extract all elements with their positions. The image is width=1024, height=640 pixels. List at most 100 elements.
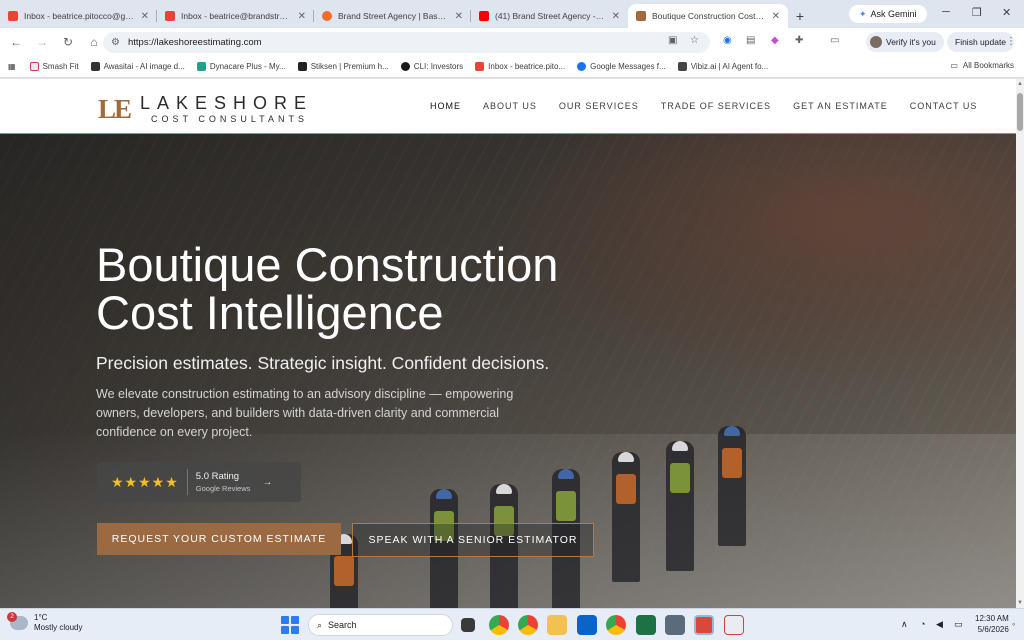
chrome-icon[interactable] <box>489 615 509 635</box>
paint-icon[interactable] <box>724 615 744 635</box>
bookmark-inbox[interactable]: Inbox - beatrice.pito... <box>475 62 565 71</box>
nav-our-services[interactable]: OUR SERVICES <box>559 101 639 111</box>
five-stars-icon: ★★★★★ <box>111 473 179 490</box>
tab-title: Brand Street Agency | Base44 <box>338 11 449 21</box>
speak-estimator-button[interactable]: SPEAK WITH A SENIOR ESTIMATOR <box>352 523 594 557</box>
tab-title: Inbox - beatrice.pitocco@gmail.com <box>24 11 135 21</box>
forward-arrow-icon[interactable]: → <box>30 35 54 49</box>
bookmark-label: Smash Fit <box>42 62 79 71</box>
bookmark-star-icon[interactable]: ☆ <box>690 35 699 46</box>
site-info-icon[interactable]: ⚙ <box>111 37 120 48</box>
page-scrollbar[interactable]: ▲ ▼ <box>1016 79 1024 608</box>
tab-lakeshore[interactable]: Boutique Construction Cost Intelligence … <box>628 4 788 28</box>
file-explorer-icon[interactable] <box>547 615 567 635</box>
rating-text: 5.0 Rating Google Reviews <box>196 471 251 493</box>
tray-chevron-up-icon[interactable]: ∧ <box>901 619 908 630</box>
scroll-up-icon[interactable]: ▲ <box>1016 81 1024 87</box>
back-arrow-icon[interactable]: ← <box>4 35 28 49</box>
volume-icon[interactable]: ◀ <box>936 619 943 630</box>
address-bar[interactable]: ⚙ https://lakeshoreestimating.com ▣ ☆ <box>103 32 710 53</box>
rating-divider <box>186 469 188 495</box>
tab-youtube[interactable]: (41) Brand Street Agency - YouTube ✕ <box>471 4 628 28</box>
nav-get-an-estimate[interactable]: GET AN ESTIMATE <box>793 101 888 111</box>
nav-contact-us[interactable]: CONTACT US <box>910 101 978 111</box>
notification-bell-icon[interactable]: ◦ <box>1012 619 1015 629</box>
hero-title-line1: Boutique Construction <box>96 238 559 291</box>
notification-badge: 2 <box>7 612 17 622</box>
snipping-tool-icon[interactable] <box>694 615 714 635</box>
minimize-icon[interactable]: ─ <box>942 6 950 18</box>
rating-source: Google Reviews <box>195 484 251 493</box>
windows-start-icon[interactable] <box>281 616 299 634</box>
hero-tagline: Precision estimates. Strategic insight. … <box>96 353 550 373</box>
bookmark-dynacare[interactable]: Dynacare Plus - My... <box>196 62 286 71</box>
gmail-icon <box>475 62 485 71</box>
calculator-icon[interactable] <box>665 615 685 635</box>
gemini-sparkle-icon: ✦ <box>859 8 867 19</box>
profile-verify-button[interactable]: Verify it's you <box>866 32 944 52</box>
site-header: LE LAKESHORE COST CONSULTANTS HOME ABOUT… <box>0 79 1016 134</box>
close-icon[interactable]: ✕ <box>455 11 463 22</box>
install-app-icon[interactable]: ▣ <box>668 35 677 46</box>
apps-grid-icon[interactable]: ▦ <box>8 62 16 71</box>
tab-title: Boutique Construction Cost Intelligence <box>652 11 766 21</box>
extension-screen-icon[interactable]: ▤ <box>746 35 755 46</box>
browser-menu-icon[interactable]: ⋮ <box>1006 36 1016 47</box>
nav-about-us[interactable]: ABOUT US <box>483 101 537 111</box>
close-icon[interactable]: ✕ <box>772 11 780 22</box>
tab-gmail-work[interactable]: Inbox - beatrice@brandstreet.agency ✕ <box>157 4 314 28</box>
taskbar-search[interactable]: ⌕ Search <box>308 614 453 636</box>
bookmark-stiksen[interactable]: Stiksen | Premium h... <box>297 62 389 71</box>
close-icon[interactable]: ✕ <box>141 11 149 22</box>
task-view-icon[interactable] <box>461 618 475 632</box>
bookmark-label: Dynacare Plus - My... <box>209 62 286 71</box>
gmail-icon <box>8 11 18 21</box>
outlook-icon[interactable] <box>577 615 597 635</box>
request-estimate-button[interactable]: REQUEST YOUR CUSTOM ESTIMATE <box>97 523 341 555</box>
tab-base44[interactable]: Brand Street Agency | Base44 ✕ <box>314 4 471 28</box>
bookmark-cli-investors[interactable]: CLI: Investors <box>400 62 464 71</box>
logo-name[interactable]: LAKESHORE <box>140 93 313 114</box>
chrome-profile-icon[interactable] <box>518 615 538 635</box>
nav-trade-of-services[interactable]: TRADE OF SERVICES <box>661 101 771 111</box>
chrome-alt-icon[interactable] <box>606 615 626 635</box>
scroll-down-icon[interactable]: ▼ <box>1016 600 1024 606</box>
all-bookmarks-button[interactable]: ▭ All Bookmarks <box>950 61 1014 70</box>
finish-update-button[interactable]: Finish update <box>947 32 1015 52</box>
nav-home[interactable]: HOME <box>430 101 461 111</box>
extension-shield-icon[interactable]: ◉ <box>723 35 732 46</box>
google-rating-badge[interactable]: ★★★★★ 5.0 Rating Google Reviews → <box>97 462 301 502</box>
weather-widget[interactable]: 2 1°C Mostly cloudy <box>7 612 82 633</box>
ask-gemini-button[interactable]: ✦ Ask Gemini <box>849 5 927 23</box>
bookmark-favicon-icon <box>400 62 410 71</box>
excel-icon[interactable] <box>636 615 656 635</box>
cloud-icon: 2 <box>7 612 28 630</box>
window-close-icon[interactable]: ✕ <box>1002 6 1011 19</box>
bookmark-favicon-icon <box>297 62 307 71</box>
bookmark-awasitai[interactable]: Awasitai - AI image d... <box>90 62 185 71</box>
logo-mark[interactable]: LE <box>98 94 132 125</box>
scrollbar-thumb[interactable] <box>1017 93 1023 131</box>
lakeshore-favicon-icon <box>636 11 646 21</box>
maximize-icon[interactable]: ❐ <box>972 6 982 19</box>
battery-icon[interactable]: ▭ <box>954 619 963 630</box>
bookmark-smash-fit[interactable]: Smash Fit <box>29 62 79 71</box>
new-tab-button[interactable]: + <box>788 4 812 28</box>
main-nav: HOME ABOUT US OUR SERVICES TRADE OF SERV… <box>430 101 999 111</box>
tab-gmail-personal[interactable]: Inbox - beatrice.pitocco@gmail.com ✕ <box>0 4 157 28</box>
extension-diamond-icon[interactable]: ◆ <box>771 35 779 46</box>
bookmark-label: Google Messages f... <box>590 62 666 71</box>
reload-icon[interactable]: ↻ <box>56 35 80 49</box>
close-icon[interactable]: ✕ <box>612 11 620 22</box>
bookmark-vibiz[interactable]: Vibiz.ai | AI Agent fo... <box>677 62 768 71</box>
close-icon[interactable]: ✕ <box>298 11 306 22</box>
extensions-puzzle-icon[interactable]: ✚ <box>795 35 803 46</box>
taskbar-clock[interactable]: 12:30 AM 5/6/2026 <box>975 613 1009 635</box>
arrow-right-icon: → <box>262 476 273 488</box>
bookmark-google-messages[interactable]: Google Messages f... <box>577 62 666 71</box>
bookmark-label: CLI: Investors <box>413 62 464 71</box>
side-panel-icon[interactable]: ▭ <box>830 35 839 46</box>
bookmark-label: Awasitai - AI image d... <box>103 62 185 71</box>
bookmark-label: Inbox - beatrice.pito... <box>488 62 566 71</box>
wifi-icon[interactable]: ◔ <box>920 619 925 629</box>
